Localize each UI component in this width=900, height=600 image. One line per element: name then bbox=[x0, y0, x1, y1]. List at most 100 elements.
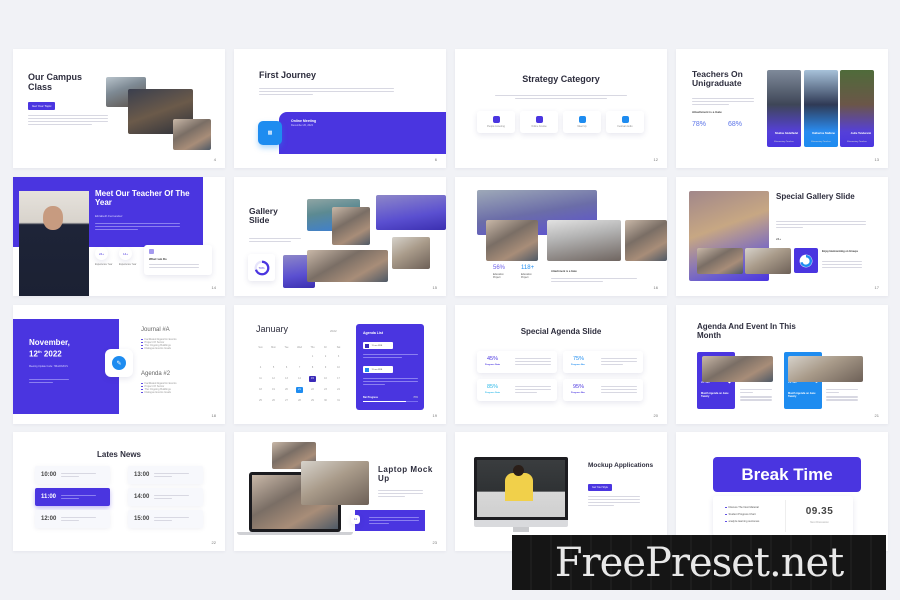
calendar-day[interactable]: 5 bbox=[270, 365, 277, 371]
calendar-day[interactable]: 26 bbox=[270, 398, 277, 404]
news-item[interactable]: 13:00 bbox=[128, 466, 203, 484]
slide-meet-our-teacher[interactable]: Meet Our Teacher Of The Year Elizabeth F… bbox=[13, 177, 225, 296]
category-card[interactable]: People Listening bbox=[477, 111, 515, 133]
get-style-button[interactable]: Get Your Style bbox=[588, 484, 612, 491]
calendar-day[interactable]: 8 bbox=[309, 365, 316, 371]
slide-special-gallery[interactable]: Special Gallery Slide 24+ Enjoy Harmoniz… bbox=[676, 177, 888, 296]
agenda-time-chip[interactable]: 11 am WIB bbox=[363, 342, 393, 349]
category-card[interactable]: Festival Audio bbox=[606, 111, 644, 133]
slide-first-journey[interactable]: First Journey Online Meeting December 20… bbox=[234, 49, 446, 168]
news-item[interactable]: 10:00 bbox=[35, 466, 110, 484]
meeting-card: Online Meeting December 20, 2022 bbox=[279, 112, 446, 154]
calendar-day[interactable]: 10 bbox=[335, 365, 342, 371]
slide-november-journal[interactable]: November, 12th 2022 Meeting Update Code:… bbox=[13, 305, 225, 424]
slide-teachers-on-unigraduate[interactable]: Teachers On Unigraduate Attachment is a … bbox=[676, 49, 888, 168]
calendar-day[interactable]: 6 bbox=[283, 365, 290, 371]
break-time-banner: Break Time bbox=[713, 457, 861, 492]
news-item[interactable]: 15:00 bbox=[128, 510, 203, 528]
calendar-day[interactable]: 7 bbox=[296, 365, 303, 371]
news-time: 10:00 bbox=[41, 472, 57, 478]
calendar-day[interactable]: 29 bbox=[309, 398, 316, 404]
slide-strategy-category[interactable]: Strategy Category People Listening Onlin… bbox=[455, 49, 667, 168]
calendar-day[interactable]: 16 bbox=[322, 376, 329, 382]
news-item[interactable]: 11:00 bbox=[35, 488, 110, 506]
slide-our-campus-class[interactable]: Our Campus Class Get Your Topic 4 bbox=[13, 49, 225, 168]
calendar-day[interactable]: 25 bbox=[257, 398, 264, 404]
calendar-day[interactable]: 22 bbox=[309, 387, 316, 393]
stat-value: 56% bbox=[493, 265, 506, 271]
calendar-day[interactable]: 24 bbox=[335, 387, 342, 393]
info-card bbox=[355, 510, 425, 531]
progress-label: Bar Progress bbox=[363, 396, 379, 399]
calendar-day[interactable]: 18 bbox=[257, 387, 264, 393]
slide-calendar[interactable]: January 2022 Sun Mon Tue Wed Thu Fri Sat 1 2 3 4 5 6… bbox=[234, 305, 446, 424]
calendar-icon bbox=[364, 343, 369, 348]
calendar-day[interactable]: 28 bbox=[296, 398, 303, 404]
slide-lates-news[interactable]: Lates News 10:00 11:00 12:00 13:00 14:00 15:0… bbox=[13, 432, 225, 551]
calendar-day bbox=[283, 354, 290, 360]
break-time-value: 09.35 bbox=[805, 506, 834, 517]
slide-break-time[interactable]: Break Time Discuss The Next Material Stu… bbox=[676, 432, 888, 551]
category-card[interactable]: Meet Up bbox=[563, 111, 601, 133]
category-card[interactable]: Online Course bbox=[520, 111, 558, 133]
stat-value: 85% bbox=[487, 384, 499, 390]
calendar-day[interactable]: 27 bbox=[283, 398, 290, 404]
category-label: Meet Up bbox=[577, 125, 587, 128]
slide-laptop-mockup[interactable]: Laptop Mock Up 14 23 bbox=[234, 432, 446, 551]
calendar-day[interactable]: 14 bbox=[296, 376, 303, 382]
news-text bbox=[154, 471, 190, 479]
news-item[interactable]: 12:00 bbox=[35, 510, 110, 528]
calendar-day bbox=[270, 354, 277, 360]
photo bbox=[173, 119, 211, 150]
calendar-day[interactable]: 17 bbox=[335, 376, 342, 382]
page-number: 18 bbox=[211, 413, 216, 418]
category-list: People Listening Online Course Meet Up F… bbox=[477, 111, 644, 133]
calendar-day[interactable]: 3 bbox=[335, 354, 342, 360]
calendar-day[interactable]: 1 bbox=[309, 354, 316, 360]
news-text bbox=[154, 515, 190, 523]
card-title: Online Meeting bbox=[291, 119, 317, 123]
calendar-day[interactable]: 9 bbox=[322, 365, 329, 371]
calendar-day[interactable]: 15 bbox=[309, 376, 316, 382]
slide-mockup-applications[interactable]: Mockup Applications Get Your Style 24 bbox=[455, 432, 667, 551]
calendar-day[interactable]: 11 bbox=[257, 376, 264, 382]
monitor-mockup bbox=[474, 457, 568, 520]
calendar-day[interactable]: 4 bbox=[257, 365, 264, 371]
calendar-day[interactable]: 20 bbox=[283, 387, 290, 393]
watermark: FreePreset.net bbox=[512, 535, 886, 590]
agenda-time-chip[interactable]: 11 am WIB bbox=[363, 366, 393, 373]
stat-label: Education Project bbox=[493, 273, 504, 279]
stat-text bbox=[515, 356, 551, 367]
page-number: 14 bbox=[211, 285, 216, 290]
calendar-day[interactable]: 23 bbox=[322, 387, 329, 393]
body-text bbox=[249, 236, 301, 244]
category-label: Festival Audio bbox=[617, 125, 633, 128]
teacher-card[interactable]: Katherine Stallone Elementary Teacher bbox=[804, 70, 838, 147]
slide-special-agenda[interactable]: Special Agenda Slide 45% Progress Data 7… bbox=[455, 305, 667, 424]
slide-agenda-event[interactable]: Agenda And Event In This Month 28 Jan ◆ … bbox=[676, 305, 888, 424]
news-time: 11:00 bbox=[41, 494, 57, 500]
page-number: 12 bbox=[653, 157, 658, 162]
calendar-day[interactable]: 2 bbox=[322, 354, 329, 360]
calendar-day[interactable]: 21 bbox=[296, 387, 303, 393]
slide-gallery[interactable]: Gallery Slide 70% 15 bbox=[234, 177, 446, 296]
category-label: People Listening bbox=[487, 125, 505, 128]
get-topic-button[interactable]: Get Your Topic bbox=[28, 102, 56, 110]
teacher-card[interactable]: Shaline Abdelfadel Elementary Teacher bbox=[767, 70, 801, 147]
stat-label: Progress Data bbox=[485, 364, 500, 366]
agenda-stat-card: 95% Progress Bar bbox=[563, 379, 643, 401]
slide-gallery-stats[interactable]: 56% Education Project 118+ Education Pro… bbox=[455, 177, 667, 296]
schedule-item: Student Progress Chart bbox=[725, 513, 759, 516]
teacher-card[interactable]: Jodie Tanderami Elementary Teacher bbox=[840, 70, 874, 147]
date-day: 12 bbox=[29, 349, 38, 359]
page-number: 19 bbox=[432, 413, 437, 418]
news-item[interactable]: 14:00 bbox=[128, 488, 203, 506]
slide-title: Laptop Mock Up bbox=[378, 465, 433, 483]
date-day-year: 12th 2022 bbox=[29, 349, 62, 359]
calendar-day[interactable]: 19 bbox=[270, 387, 277, 393]
calendar-day[interactable]: 30 bbox=[322, 398, 329, 404]
calendar-day[interactable]: 31 bbox=[335, 398, 342, 404]
stat-circle: 24+ bbox=[95, 247, 108, 260]
calendar-day[interactable]: 12 bbox=[270, 376, 277, 382]
calendar-day[interactable]: 13 bbox=[283, 376, 290, 382]
